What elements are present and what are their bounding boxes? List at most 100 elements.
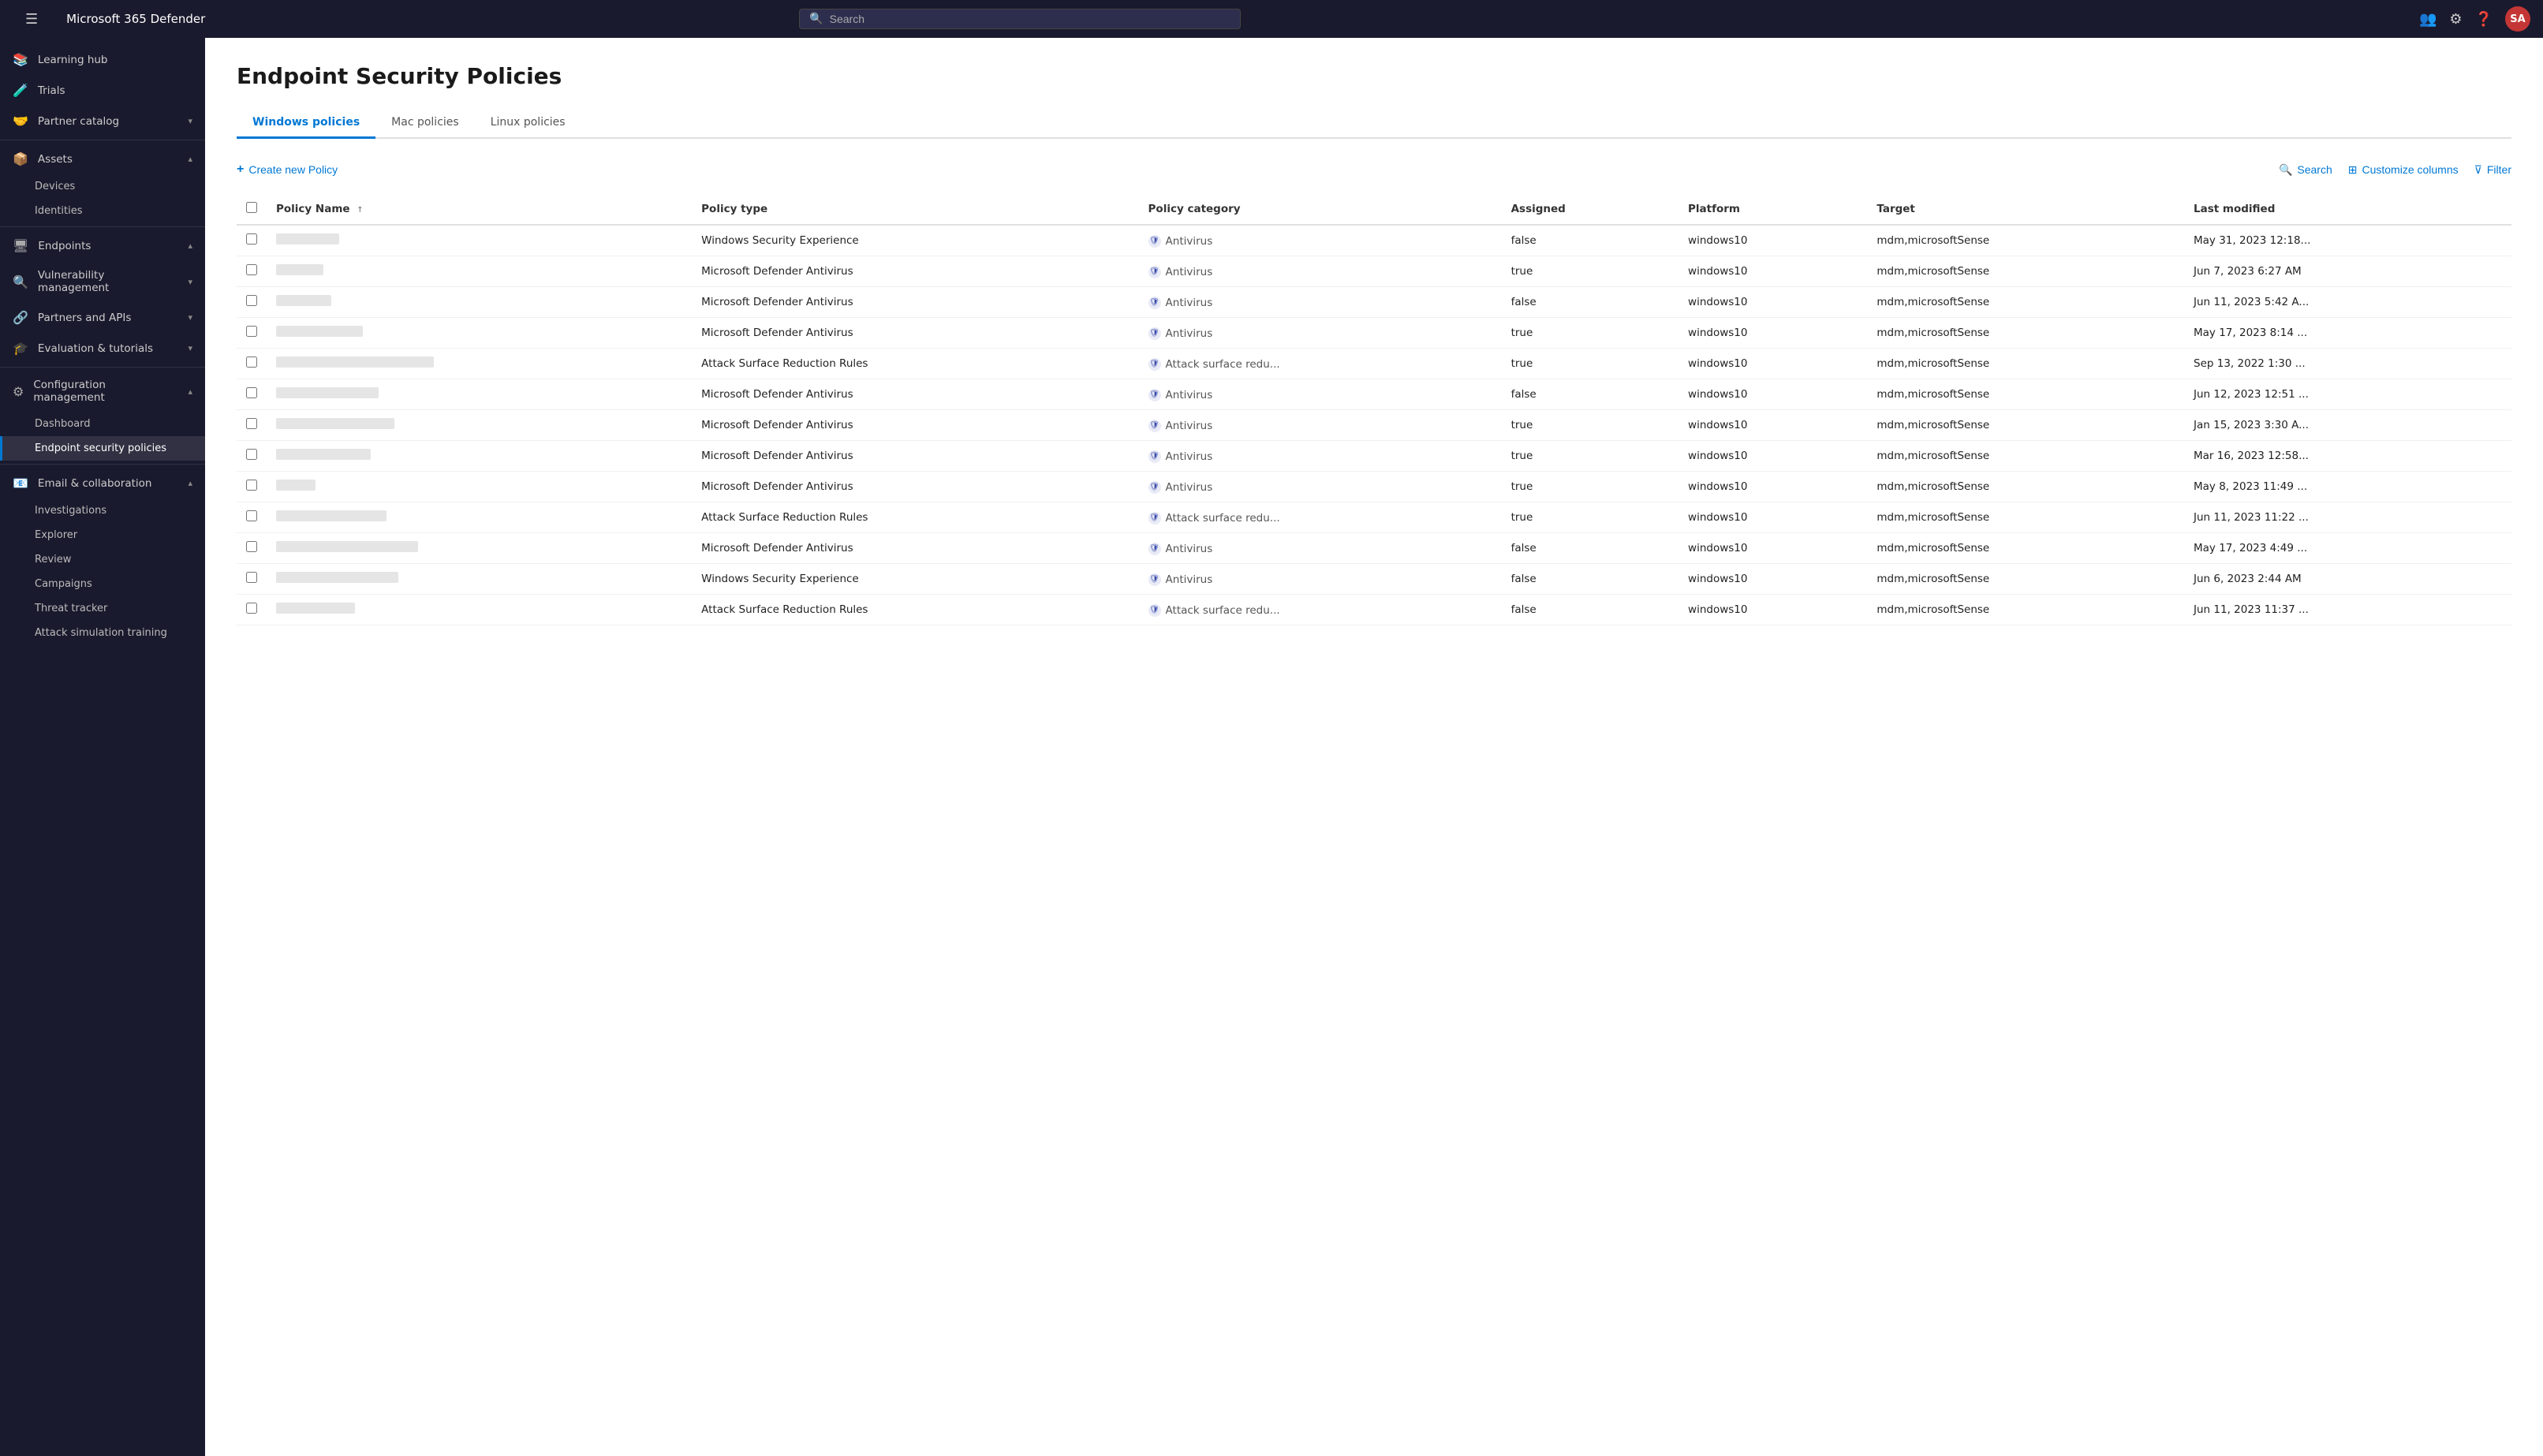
policy-category-cell: 🛡Antivirus bbox=[1139, 318, 1502, 349]
policy-modified-cell: Jan 15, 2023 3:30 A... bbox=[2184, 410, 2511, 441]
policy-name-cell[interactable] bbox=[267, 225, 692, 256]
sidebar-item-identities[interactable]: Identities bbox=[0, 199, 205, 223]
policy-target-cell: mdm,microsoftSense bbox=[1867, 256, 2184, 287]
endpoints-icon: 🖥 bbox=[13, 238, 28, 253]
sidebar-item-assets[interactable]: 📦 Assets ▴ bbox=[0, 144, 205, 174]
policy-name-cell[interactable] bbox=[267, 441, 692, 472]
row-checkbox-12[interactable] bbox=[246, 603, 257, 614]
policy-category-cell: 🛡Antivirus bbox=[1139, 533, 1502, 564]
row-checkbox-3[interactable] bbox=[246, 326, 257, 337]
create-policy-button[interactable]: + Create new Policy bbox=[237, 158, 338, 181]
col-header-type[interactable]: Policy type bbox=[692, 194, 1138, 225]
table-row: Microsoft Defender Antivirus🛡Antivirustr… bbox=[237, 441, 2511, 472]
select-all-checkbox[interactable] bbox=[246, 202, 257, 213]
policy-type-cell: Microsoft Defender Antivirus bbox=[692, 472, 1138, 502]
policy-platform-cell: windows10 bbox=[1679, 256, 1867, 287]
table-row: Microsoft Defender Antivirus🛡Antivirustr… bbox=[237, 472, 2511, 502]
policy-name-cell[interactable] bbox=[267, 472, 692, 502]
policy-name-cell[interactable] bbox=[267, 564, 692, 595]
table-row: Microsoft Defender Antivirus🛡Antivirusfa… bbox=[237, 533, 2511, 564]
sidebar-item-campaigns[interactable]: Campaigns bbox=[0, 572, 205, 596]
sidebar-item-investigations[interactable]: Investigations bbox=[0, 498, 205, 523]
help-icon[interactable]: ❓ bbox=[2475, 11, 2493, 28]
policy-name-cell[interactable] bbox=[267, 256, 692, 287]
sidebar-item-partner-catalog[interactable]: 🤝 Partner catalog ▾ bbox=[0, 106, 205, 136]
policy-target-cell: mdm,microsoftSense bbox=[1867, 441, 2184, 472]
col-header-target[interactable]: Target bbox=[1867, 194, 2184, 225]
search-icon: 🔍 bbox=[809, 13, 823, 25]
row-checkbox-0[interactable] bbox=[246, 233, 257, 245]
customize-columns-button[interactable]: ⊞ Customize columns bbox=[2348, 163, 2459, 177]
policy-platform-cell: windows10 bbox=[1679, 502, 1867, 533]
settings-icon[interactable]: ⚙ bbox=[2449, 11, 2462, 28]
policy-name-cell[interactable] bbox=[267, 287, 692, 318]
trials-icon: 🧪 bbox=[13, 83, 28, 98]
tab-windows[interactable]: Windows policies bbox=[237, 108, 375, 139]
sidebar-item-devices[interactable]: Devices bbox=[0, 174, 205, 199]
sidebar-item-email-collaboration[interactable]: 📧 Email & collaboration ▴ bbox=[0, 468, 205, 498]
search-bar[interactable]: 🔍 bbox=[799, 9, 1241, 29]
search-button[interactable]: 🔍 Search bbox=[2279, 163, 2332, 177]
row-checkbox-8[interactable] bbox=[246, 480, 257, 491]
policy-name-cell[interactable] bbox=[267, 533, 692, 564]
category-label: Antivirus bbox=[1166, 573, 1213, 586]
policy-name-cell[interactable] bbox=[267, 318, 692, 349]
col-header-modified[interactable]: Last modified bbox=[2184, 194, 2511, 225]
category-label: Antivirus bbox=[1166, 327, 1213, 340]
sidebar-item-explorer[interactable]: Explorer bbox=[0, 523, 205, 547]
sidebar-item-dashboard[interactable]: Dashboard bbox=[0, 412, 205, 436]
policy-category-cell: 🛡Antivirus bbox=[1139, 441, 1502, 472]
row-checkbox-4[interactable] bbox=[246, 357, 257, 368]
search-input[interactable] bbox=[830, 13, 1231, 25]
shield-icon: 🛡 bbox=[1148, 389, 1161, 401]
sidebar-item-partners-apis[interactable]: 🔗 Partners and APIs ▾ bbox=[0, 302, 205, 333]
row-checkbox-10[interactable] bbox=[246, 541, 257, 552]
col-header-category[interactable]: Policy category bbox=[1139, 194, 1502, 225]
policy-name-cell[interactable] bbox=[267, 595, 692, 625]
sidebar-item-configuration[interactable]: ⚙ Configuration management ▴ bbox=[0, 371, 205, 412]
policy-modified-cell: Mar 16, 2023 12:58... bbox=[2184, 441, 2511, 472]
policy-category-cell: 🛡Antivirus bbox=[1139, 287, 1502, 318]
policy-assigned-cell: true bbox=[1502, 256, 1679, 287]
row-checkbox-1[interactable] bbox=[246, 264, 257, 275]
sidebar-item-vulnerability[interactable]: 🔍 Vulnerability management ▾ bbox=[0, 261, 205, 302]
sidebar-item-attack-simulation[interactable]: Attack simulation training bbox=[0, 621, 205, 645]
sidebar-item-trials[interactable]: 🧪 Trials bbox=[0, 75, 205, 106]
row-checkbox-2[interactable] bbox=[246, 295, 257, 306]
sidebar-item-endpoint-security[interactable]: Endpoint security policies bbox=[0, 436, 205, 461]
sidebar-item-endpoints[interactable]: 🖥 Endpoints ▴ bbox=[0, 230, 205, 261]
policy-name-cell[interactable] bbox=[267, 410, 692, 441]
plus-icon: + bbox=[237, 162, 244, 177]
filter-button[interactable]: ⊽ Filter bbox=[2474, 163, 2511, 177]
columns-icon: ⊞ bbox=[2348, 163, 2358, 177]
chevron-up-icon: ▴ bbox=[188, 154, 192, 164]
policy-name-cell[interactable] bbox=[267, 379, 692, 410]
col-header-platform[interactable]: Platform bbox=[1679, 194, 1867, 225]
tab-linux[interactable]: Linux policies bbox=[475, 108, 581, 139]
tab-mac[interactable]: Mac policies bbox=[375, 108, 475, 139]
table-row: Attack Surface Reduction Rules🛡Attack su… bbox=[237, 595, 2511, 625]
sidebar-item-threat-tracker[interactable]: Threat tracker bbox=[0, 596, 205, 621]
sidebar-item-learning-hub[interactable]: 📚 Learning hub bbox=[0, 44, 205, 75]
select-all-header[interactable] bbox=[237, 194, 267, 225]
row-checkbox-6[interactable] bbox=[246, 418, 257, 429]
policy-category-cell: 🛡Antivirus bbox=[1139, 256, 1502, 287]
policy-name-cell[interactable] bbox=[267, 349, 692, 379]
sidebar-item-review[interactable]: Review bbox=[0, 547, 205, 572]
row-checkbox-7[interactable] bbox=[246, 449, 257, 460]
col-header-name[interactable]: Policy Name ↑ bbox=[267, 194, 692, 225]
nav-icons: 👥 ⚙ ❓ SA bbox=[2419, 6, 2530, 32]
policy-name-cell[interactable] bbox=[267, 502, 692, 533]
avatar[interactable]: SA bbox=[2505, 6, 2530, 32]
evaluation-icon: 🎓 bbox=[13, 341, 28, 356]
row-checkbox-cell-2 bbox=[237, 287, 267, 318]
feedback-icon[interactable]: 👥 bbox=[2419, 11, 2437, 28]
sidebar-item-evaluation[interactable]: 🎓 Evaluation & tutorials ▾ bbox=[0, 333, 205, 364]
policy-modified-cell: Jun 11, 2023 11:22 ... bbox=[2184, 502, 2511, 533]
row-checkbox-5[interactable] bbox=[246, 387, 257, 398]
col-header-assigned[interactable]: Assigned bbox=[1502, 194, 1679, 225]
hamburger-button[interactable]: ☰ bbox=[13, 3, 50, 35]
row-checkbox-9[interactable] bbox=[246, 510, 257, 521]
row-checkbox-11[interactable] bbox=[246, 572, 257, 583]
table-row: Windows Security Experience🛡Antivirusfal… bbox=[237, 225, 2511, 256]
